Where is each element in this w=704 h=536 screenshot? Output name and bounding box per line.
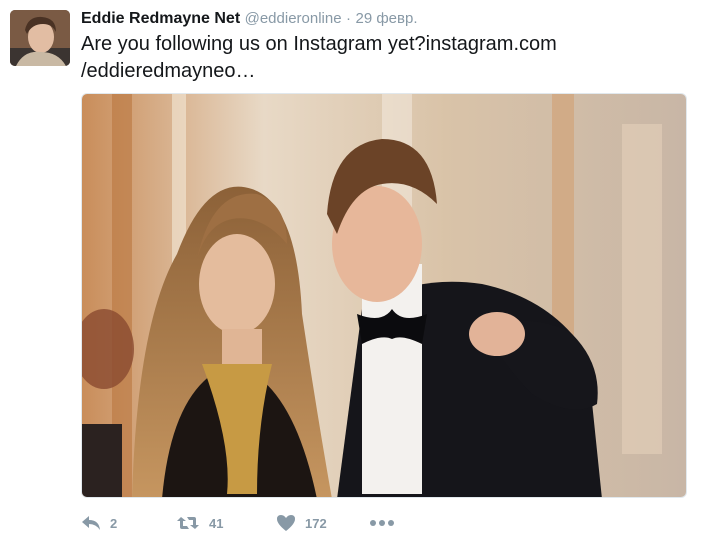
tweet-link[interactable]: /eddieredmayneo… xyxy=(81,58,691,85)
author-name[interactable]: Eddie Redmayne Net xyxy=(81,10,240,27)
tweet-header: Eddie Redmayne Net @eddieronline · 29 фе… xyxy=(81,9,418,29)
retweet-button[interactable]: 41 xyxy=(176,512,223,534)
more-button[interactable] xyxy=(369,512,395,534)
reply-button[interactable]: 2 xyxy=(81,512,117,534)
retweet-count: 41 xyxy=(209,515,224,531)
tweet: Eddie Redmayne Net @eddieronline · 29 фе… xyxy=(0,0,704,536)
tweet-text: Are you following us on Instagram yet?in… xyxy=(81,31,691,85)
tweet-photo[interactable] xyxy=(81,93,687,498)
reply-icon xyxy=(81,515,101,531)
heart-icon xyxy=(276,514,296,532)
retweet-icon xyxy=(176,515,200,531)
reply-count: 2 xyxy=(110,515,118,531)
author-handle[interactable]: @eddieronline xyxy=(245,10,342,27)
tweet-text-line-1: Are you following us on Instagram yet?in… xyxy=(81,33,557,55)
avatar[interactable] xyxy=(10,10,70,66)
like-button[interactable]: 172 xyxy=(276,512,327,534)
separator-dot: · xyxy=(346,10,352,27)
tweet-actions: 2 41 172 xyxy=(81,512,681,534)
like-count: 172 xyxy=(305,515,327,531)
more-icon xyxy=(369,519,395,527)
tweet-date[interactable]: 29 февр. xyxy=(355,10,417,27)
